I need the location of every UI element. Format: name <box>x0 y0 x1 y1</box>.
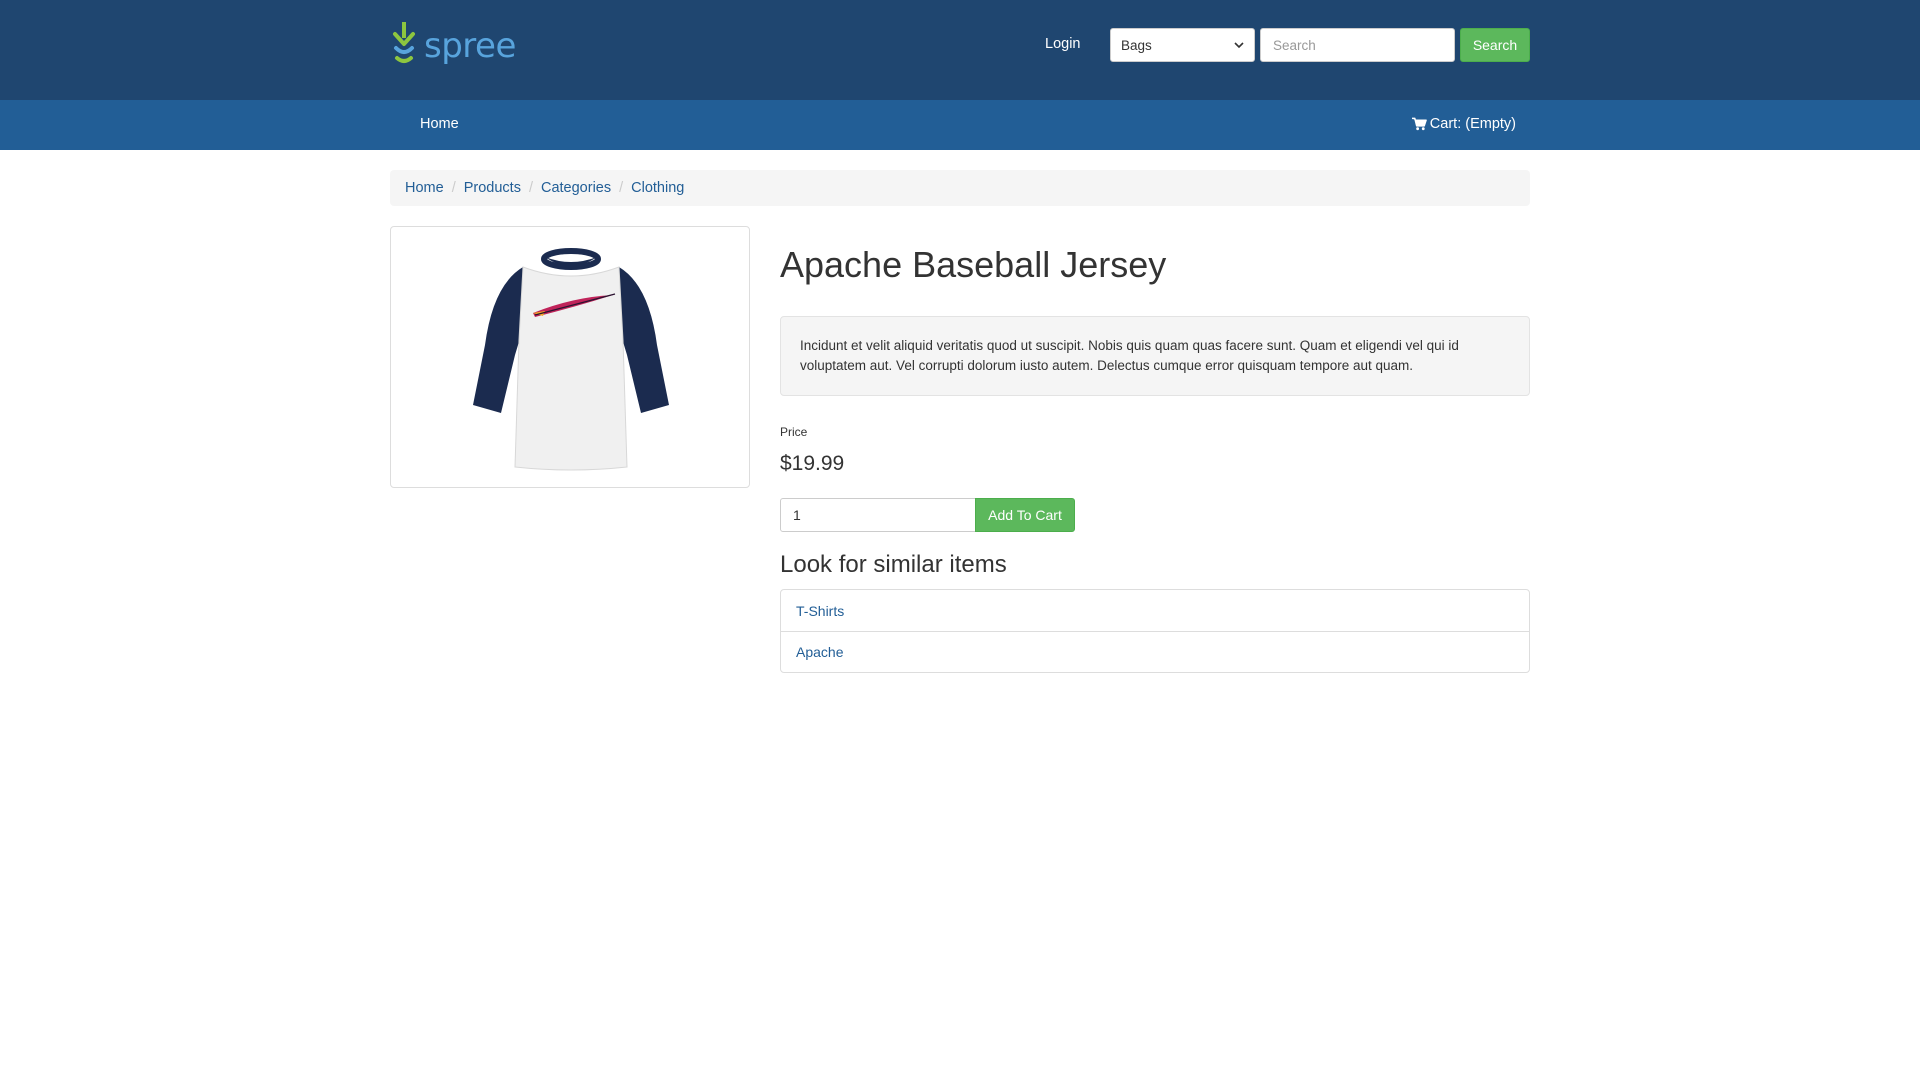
product-description: Incidunt et velit aliquid veritatis quod… <box>780 316 1530 396</box>
breadcrumb-separator: / <box>528 180 533 196</box>
similar-items-heading: Look for similar items <box>780 551 1007 578</box>
product-image-frame <box>390 226 750 488</box>
search-button[interactable]: Search <box>1460 28 1530 62</box>
brand-name: spree <box>424 26 516 66</box>
breadcrumb-home[interactable]: Home <box>405 180 444 196</box>
breadcrumb-categories[interactable]: Categories <box>541 180 611 196</box>
shopping-cart-icon <box>1411 117 1427 131</box>
breadcrumb-separator: / <box>451 180 456 196</box>
similar-items-list: T-Shirts Apache <box>780 589 1530 673</box>
breadcrumb-products[interactable]: Products <box>464 180 521 196</box>
search-input[interactable] <box>1260 28 1455 62</box>
product-price: $19.99 <box>780 452 845 475</box>
similar-item-t-shirts[interactable]: T-Shirts <box>781 590 1529 631</box>
taxon-select[interactable]: Bags <box>1110 28 1255 62</box>
breadcrumb-clothing[interactable]: Clothing <box>631 180 684 196</box>
spree-logo[interactable]: spree <box>390 22 516 70</box>
spree-logo-icon <box>393 22 415 63</box>
product-image <box>473 248 669 471</box>
login-link[interactable]: Login <box>1045 36 1080 52</box>
price-label: Price <box>780 425 808 439</box>
site-header: spree Login Bags Search <box>0 0 1920 100</box>
breadcrumb: Home / Products / Categories / Clothing <box>390 170 1530 206</box>
cart-label: Cart: (Empty) <box>1429 116 1516 132</box>
add-to-cart-button[interactable]: Add To Cart <box>975 498 1075 532</box>
quantity-input[interactable] <box>780 498 976 532</box>
breadcrumb-separator: / <box>619 180 624 196</box>
taxon-select-value: Bags <box>1121 37 1152 53</box>
main-navbar: Home Cart: (Empty) <box>0 100 1920 150</box>
similar-item-apache[interactable]: Apache <box>781 631 1529 672</box>
nav-home-link[interactable]: Home <box>420 116 459 132</box>
chevron-down-icon <box>1234 42 1244 49</box>
cart-link[interactable]: Cart: (Empty) <box>1411 116 1516 132</box>
product-title: Apache Baseball Jersey <box>780 244 1167 285</box>
